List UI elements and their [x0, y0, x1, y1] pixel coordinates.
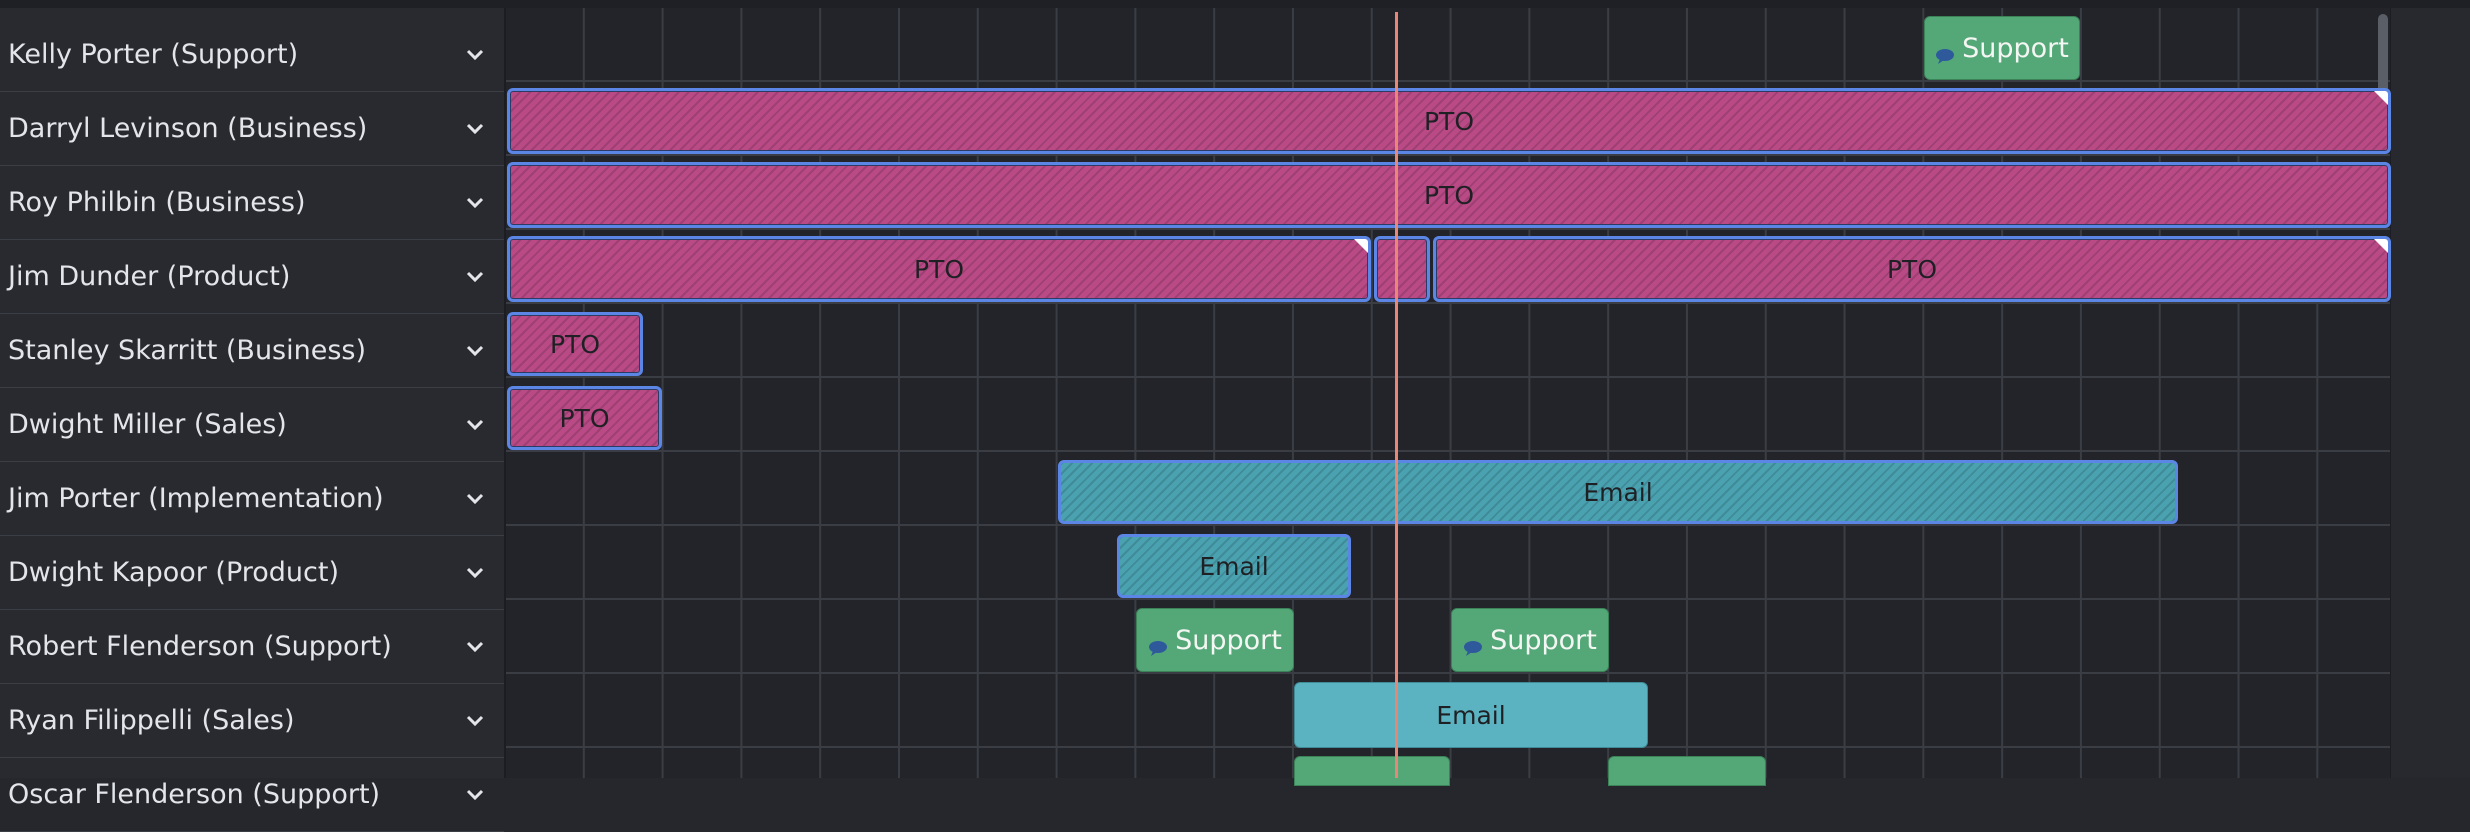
resource-name: Oscar Flenderson (Support): [8, 779, 381, 810]
resource-row[interactable]: Jim Porter (Implementation): [0, 462, 504, 536]
support-event[interactable]: Support: [1451, 608, 1609, 672]
chevron-down-icon[interactable]: [462, 786, 488, 804]
pto-event-short[interactable]: [1374, 236, 1430, 302]
chevron-down-icon[interactable]: [462, 416, 488, 434]
email-event[interactable]: Email: [1117, 534, 1351, 598]
event-label: PTO: [913, 254, 965, 284]
chevron-down-icon[interactable]: [462, 268, 488, 286]
event-label: Support: [1175, 624, 1282, 656]
support-event[interactable]: Support: [1136, 608, 1294, 672]
resource-name: Dwight Kapoor (Product): [8, 557, 340, 588]
chevron-down-icon[interactable]: [462, 46, 488, 64]
pto-event[interactable]: PTO: [507, 312, 643, 376]
event-label: Support: [1490, 624, 1597, 656]
event-label: PTO: [1423, 106, 1475, 136]
event-label: Email: [1583, 477, 1653, 507]
event-label: Email: [1436, 700, 1506, 730]
resource-name: Darryl Levinson (Business): [8, 113, 368, 144]
resource-name: Ryan Filippelli (Sales): [8, 705, 295, 736]
chevron-down-icon[interactable]: [462, 120, 488, 138]
resource-row[interactable]: Ryan Filippelli (Sales): [0, 684, 504, 758]
resource-row[interactable]: Dwight Kapoor (Product): [0, 536, 504, 610]
pto-event[interactable]: PTO: [507, 386, 662, 450]
chevron-down-icon[interactable]: [462, 194, 488, 212]
resource-row[interactable]: Dwight Miller (Sales): [0, 388, 504, 462]
chat-bubble-icon: [1148, 632, 1168, 656]
resource-row[interactable]: Darryl Levinson (Business): [0, 92, 504, 166]
chevron-down-icon[interactable]: [462, 490, 488, 508]
resource-name: Jim Dunder (Product): [8, 261, 291, 292]
chevron-down-icon[interactable]: [462, 342, 488, 360]
chevron-down-icon[interactable]: [462, 564, 488, 582]
chat-bubble-icon: [1463, 632, 1483, 656]
pto-event[interactable]: PTO: [507, 236, 1371, 302]
event-label: PTO: [1423, 180, 1475, 210]
pto-event[interactable]: PTO: [507, 162, 2391, 228]
pto-event[interactable]: PTO: [507, 88, 2391, 154]
event-label: PTO: [559, 403, 610, 433]
current-time-indicator: [1395, 12, 1398, 778]
resize-handle[interactable]: [1354, 239, 1368, 253]
resource-row[interactable]: Roy Philbin (Business): [0, 166, 504, 240]
resize-handle[interactable]: [2374, 239, 2388, 253]
support-event[interactable]: [1294, 756, 1450, 786]
resource-list: Kelly Porter (Support) Darryl Levinson (…: [0, 8, 506, 832]
scrollbar-thumb[interactable]: [2378, 14, 2388, 94]
resource-row[interactable]: Stanley Skarritt (Business): [0, 314, 504, 388]
chat-bubble-icon: [1935, 40, 1955, 64]
support-event[interactable]: Support: [1924, 16, 2080, 80]
resource-name: Robert Flenderson (Support): [8, 631, 392, 662]
email-event[interactable]: Email: [1294, 682, 1648, 748]
chevron-down-icon[interactable]: [462, 638, 488, 656]
resize-handle[interactable]: [2374, 91, 2388, 105]
resource-name: Jim Porter (Implementation): [8, 483, 384, 514]
event-label: PTO: [549, 329, 601, 359]
event-label: PTO: [1886, 254, 1938, 284]
resource-row[interactable]: Oscar Flenderson (Support): [0, 758, 504, 832]
email-event[interactable]: Email: [1058, 460, 2178, 524]
resource-name: Dwight Miller (Sales): [8, 409, 287, 440]
support-event[interactable]: [1608, 756, 1766, 786]
resource-row[interactable]: Jim Dunder (Product): [0, 240, 504, 314]
event-label: Support: [1962, 32, 2069, 64]
scrollbar-track[interactable]: [2390, 8, 2470, 778]
pto-event[interactable]: PTO: [1433, 236, 2391, 302]
resource-name: Roy Philbin (Business): [8, 187, 306, 218]
resource-row[interactable]: Robert Flenderson (Support): [0, 610, 504, 684]
resource-name: Kelly Porter (Support): [8, 39, 299, 70]
chevron-down-icon[interactable]: [462, 712, 488, 730]
resource-name: Stanley Skarritt (Business): [8, 335, 367, 366]
resource-row[interactable]: Kelly Porter (Support): [0, 18, 504, 92]
event-label: Email: [1199, 551, 1269, 581]
